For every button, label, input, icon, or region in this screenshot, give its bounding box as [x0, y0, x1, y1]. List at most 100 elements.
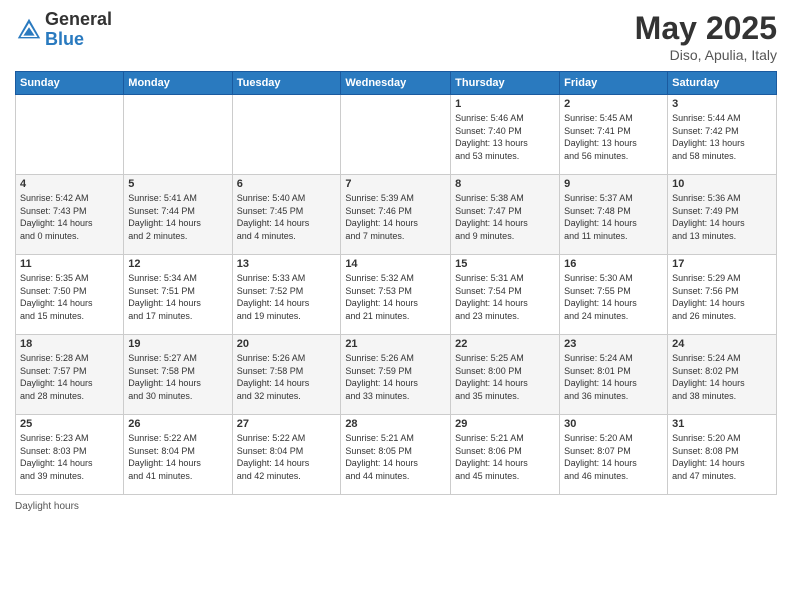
day-number: 2 [564, 98, 663, 110]
calendar-cell: 20 Sunrise: 5:26 AMSunset: 7:58 PMDayligh… [232, 335, 341, 415]
calendar-cell [232, 95, 341, 175]
calendar-cell: 14 Sunrise: 5:32 AMSunset: 7:53 PMDayligh… [341, 255, 451, 335]
day-info: Sunrise: 5:21 AMSunset: 8:05 PMDaylight:… [345, 432, 446, 482]
calendar-cell: 25Sunrise: 5:23 AMSunset: 8:03 PMDayligh… [16, 415, 124, 495]
day-number: 21 [345, 338, 446, 350]
day-info: Sunrise: 5:30 AMSunset: 7:55 PMDaylight:… [564, 272, 663, 322]
week-row-1: 4 Sunrise: 5:42 AMSunset: 7:43 PMDaylight… [16, 175, 777, 255]
day-info: Sunrise: 5:21 AMSunset: 8:06 PMDaylight:… [455, 432, 555, 482]
calendar-body: 1Sunrise: 5:46 AMSunset: 7:40 PMDaylight… [16, 95, 777, 495]
day-info: Sunrise: 5:28 AMSunset: 7:57 PMDaylight:… [20, 352, 119, 402]
day-info: Sunrise: 5:24 AMSunset: 8:01 PMDaylight:… [564, 352, 663, 402]
day-number: 20 [237, 338, 337, 350]
day-info: Sunrise: 5:23 AMSunset: 8:03 PMDaylight:… [20, 432, 119, 482]
calendar-cell [341, 95, 451, 175]
header: General Blue May 2025 Diso, Apulia, Ital… [15, 10, 777, 63]
main-title: May 2025 [635, 10, 777, 47]
footer: Daylight hours [15, 501, 777, 512]
calendar-cell: 6 Sunrise: 5:40 AMSunset: 7:45 PMDaylight… [232, 175, 341, 255]
day-info: Sunrise: 5:36 AMSunset: 7:49 PMDaylight:… [672, 192, 772, 242]
calendar-cell: 18 Sunrise: 5:28 AMSunset: 7:57 PMDayligh… [16, 335, 124, 415]
day-number: 27 [237, 418, 337, 430]
day-info: Sunrise: 5:22 AMSunset: 8:04 PMDaylight:… [237, 432, 337, 482]
calendar-cell: 15 Sunrise: 5:31 AMSunset: 7:54 PMDayligh… [451, 255, 560, 335]
day-info: Sunrise: 5:46 AMSunset: 7:40 PMDaylight:… [455, 112, 555, 162]
day-info: Sunrise: 5:26 AMSunset: 7:59 PMDaylight:… [345, 352, 446, 402]
week-row-0: 1Sunrise: 5:46 AMSunset: 7:40 PMDaylight… [16, 95, 777, 175]
day-number: 11 [20, 258, 119, 270]
day-info: Sunrise: 5:27 AMSunset: 7:58 PMDaylight:… [128, 352, 227, 402]
week-row-3: 18 Sunrise: 5:28 AMSunset: 7:57 PMDayligh… [16, 335, 777, 415]
day-number: 29 [455, 418, 555, 430]
day-info: Sunrise: 5:45 AMSunset: 7:41 PMDaylight:… [564, 112, 663, 162]
day-number: 10 [672, 178, 772, 190]
page: General Blue May 2025 Diso, Apulia, Ital… [0, 0, 792, 612]
calendar-cell [124, 95, 232, 175]
day-info: Sunrise: 5:42 AMSunset: 7:43 PMDaylight:… [20, 192, 119, 242]
day-info: Sunrise: 5:32 AMSunset: 7:53 PMDaylight:… [345, 272, 446, 322]
day-header-friday: Friday [560, 72, 668, 95]
day-number: 14 [345, 258, 446, 270]
calendar-cell: 16 Sunrise: 5:30 AMSunset: 7:55 PMDayligh… [560, 255, 668, 335]
day-header-wednesday: Wednesday [341, 72, 451, 95]
day-number: 5 [128, 178, 227, 190]
calendar-table: SundayMondayTuesdayWednesdayThursdayFrid… [15, 71, 777, 495]
calendar-cell: 17 Sunrise: 5:29 AMSunset: 7:56 PMDayligh… [668, 255, 777, 335]
logo-text: General Blue [45, 10, 112, 50]
day-info: Sunrise: 5:25 AMSunset: 8:00 PMDaylight:… [455, 352, 555, 402]
calendar-cell: 23 Sunrise: 5:24 AMSunset: 8:01 PMDayligh… [560, 335, 668, 415]
day-info: Sunrise: 5:31 AMSunset: 7:54 PMDaylight:… [455, 272, 555, 322]
calendar-cell: 21 Sunrise: 5:26 AMSunset: 7:59 PMDayligh… [341, 335, 451, 415]
day-number: 23 [564, 338, 663, 350]
logo-icon [15, 16, 43, 44]
title-block: May 2025 Diso, Apulia, Italy [635, 10, 777, 63]
day-number: 7 [345, 178, 446, 190]
days-header-row: SundayMondayTuesdayWednesdayThursdayFrid… [16, 72, 777, 95]
day-number: 17 [672, 258, 772, 270]
day-info: Sunrise: 5:35 AMSunset: 7:50 PMDaylight:… [20, 272, 119, 322]
calendar-cell: 13Sunrise: 5:33 AMSunset: 7:52 PMDayligh… [232, 255, 341, 335]
day-info: Sunrise: 5:34 AMSunset: 7:51 PMDaylight:… [128, 272, 227, 322]
day-number: 15 [455, 258, 555, 270]
day-number: 18 [20, 338, 119, 350]
day-info: Sunrise: 5:24 AMSunset: 8:02 PMDaylight:… [672, 352, 772, 402]
day-number: 16 [564, 258, 663, 270]
day-info: Sunrise: 5:38 AMSunset: 7:47 PMDaylight:… [455, 192, 555, 242]
calendar-cell: 26Sunrise: 5:22 AMSunset: 8:04 PMDayligh… [124, 415, 232, 495]
day-info: Sunrise: 5:41 AMSunset: 7:44 PMDaylight:… [128, 192, 227, 242]
calendar-cell: 10 Sunrise: 5:36 AMSunset: 7:49 PMDayligh… [668, 175, 777, 255]
week-row-2: 11 Sunrise: 5:35 AMSunset: 7:50 PMDayligh… [16, 255, 777, 335]
day-info: Sunrise: 5:37 AMSunset: 7:48 PMDaylight:… [564, 192, 663, 242]
day-number: 4 [20, 178, 119, 190]
logo-blue-text: Blue [45, 30, 112, 50]
day-info: Sunrise: 5:40 AMSunset: 7:45 PMDaylight:… [237, 192, 337, 242]
day-number: 30 [564, 418, 663, 430]
daylight-label: Daylight hours [15, 501, 79, 512]
day-info: Sunrise: 5:33 AMSunset: 7:52 PMDaylight:… [237, 272, 337, 322]
calendar-cell: 29 Sunrise: 5:21 AMSunset: 8:06 PMDayligh… [451, 415, 560, 495]
day-number: 22 [455, 338, 555, 350]
calendar-cell [16, 95, 124, 175]
calendar-cell: 31Sunrise: 5:20 AMSunset: 8:08 PMDayligh… [668, 415, 777, 495]
day-number: 9 [564, 178, 663, 190]
day-info: Sunrise: 5:22 AMSunset: 8:04 PMDaylight:… [128, 432, 227, 482]
day-number: 6 [237, 178, 337, 190]
logo-general-text: General [45, 10, 112, 30]
calendar-cell: 8Sunrise: 5:38 AMSunset: 7:47 PMDaylight… [451, 175, 560, 255]
day-header-sunday: Sunday [16, 72, 124, 95]
day-info: Sunrise: 5:20 AMSunset: 8:08 PMDaylight:… [672, 432, 772, 482]
day-header-monday: Monday [124, 72, 232, 95]
calendar-cell: 28Sunrise: 5:21 AMSunset: 8:05 PMDayligh… [341, 415, 451, 495]
day-number: 3 [672, 98, 772, 110]
calendar-cell: 5 Sunrise: 5:41 AMSunset: 7:44 PMDaylight… [124, 175, 232, 255]
day-info: Sunrise: 5:26 AMSunset: 7:58 PMDaylight:… [237, 352, 337, 402]
day-number: 12 [128, 258, 227, 270]
calendar-cell: 9 Sunrise: 5:37 AMSunset: 7:48 PMDaylight… [560, 175, 668, 255]
calendar-cell: 7Sunrise: 5:39 AMSunset: 7:46 PMDaylight… [341, 175, 451, 255]
subtitle: Diso, Apulia, Italy [635, 47, 777, 63]
day-number: 24 [672, 338, 772, 350]
day-info: Sunrise: 5:29 AMSunset: 7:56 PMDaylight:… [672, 272, 772, 322]
logo: General Blue [15, 10, 112, 50]
calendar-cell: 12 Sunrise: 5:34 AMSunset: 7:51 PMDayligh… [124, 255, 232, 335]
calendar-cell: 30Sunrise: 5:20 AMSunset: 8:07 PMDayligh… [560, 415, 668, 495]
